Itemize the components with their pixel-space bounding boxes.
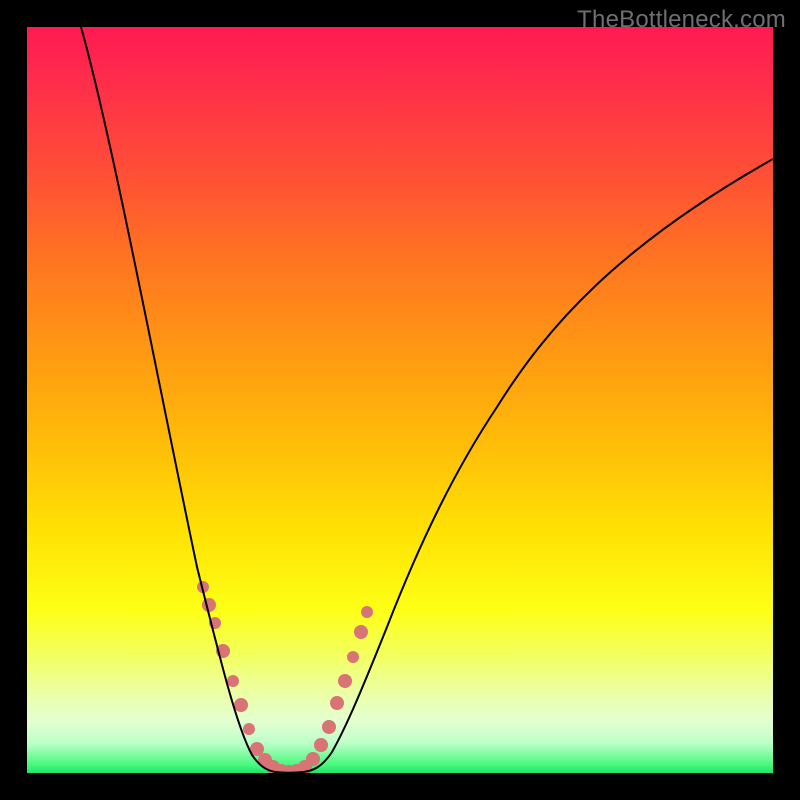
marker-point bbox=[197, 581, 209, 593]
marker-point bbox=[354, 625, 368, 639]
marker-point bbox=[243, 723, 255, 735]
marker-point bbox=[227, 675, 239, 687]
marker-point bbox=[347, 651, 359, 663]
marker-point bbox=[234, 698, 248, 712]
marker-point bbox=[258, 753, 272, 767]
marker-point bbox=[202, 598, 216, 612]
marker-point bbox=[274, 764, 288, 773]
marker-point bbox=[209, 617, 221, 629]
marker-point bbox=[306, 752, 320, 766]
marker-point bbox=[361, 606, 373, 618]
marker-point bbox=[282, 765, 296, 773]
bottleneck-curve bbox=[81, 27, 773, 773]
curve-layer bbox=[27, 27, 773, 773]
marker-point bbox=[290, 764, 304, 773]
marker-point bbox=[338, 674, 352, 688]
marker-point bbox=[322, 720, 336, 734]
plot-area bbox=[27, 27, 773, 773]
marker-point bbox=[314, 738, 328, 752]
marker-point bbox=[216, 644, 230, 658]
marker-point bbox=[266, 760, 280, 773]
marker-point bbox=[298, 760, 312, 773]
watermark-text: TheBottleneck.com bbox=[577, 6, 786, 34]
marker-point bbox=[250, 742, 264, 756]
marker-group bbox=[197, 581, 373, 773]
chart-frame: TheBottleneck.com bbox=[0, 0, 800, 800]
marker-point bbox=[330, 696, 344, 710]
